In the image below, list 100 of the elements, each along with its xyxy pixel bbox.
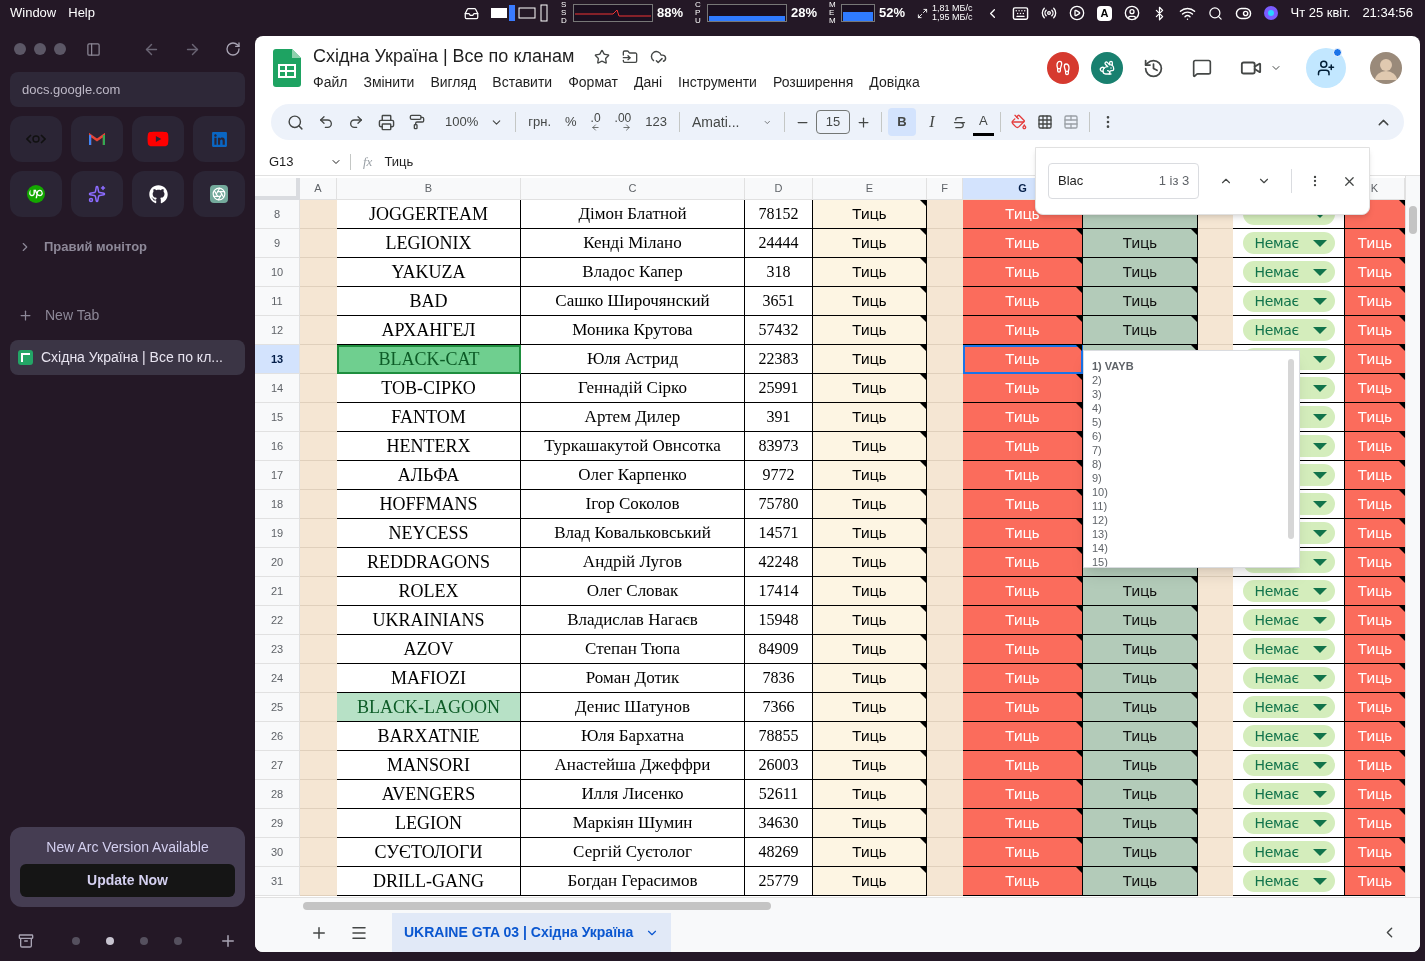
pinned-tab[interactable] bbox=[132, 171, 184, 217]
table-cell[interactable]: Юля Астрид bbox=[521, 345, 745, 374]
table-cell[interactable]: Тиць bbox=[813, 664, 927, 693]
table-cell[interactable]: Сергій Суєтолог bbox=[521, 838, 745, 867]
row-number[interactable]: 15 bbox=[255, 403, 300, 432]
table-cell[interactable]: BARXATNIE bbox=[337, 722, 521, 751]
status-dropdown[interactable]: Немає bbox=[1242, 783, 1335, 805]
network-arrows-icon[interactable] bbox=[917, 7, 929, 19]
find-field[interactable]: Blac 1 із 3 bbox=[1048, 163, 1200, 199]
table-cell[interactable]: Тиць bbox=[813, 606, 927, 635]
row-number[interactable]: 11 bbox=[255, 287, 300, 316]
table-cell[interactable]: Немає bbox=[1233, 258, 1345, 287]
undo-icon[interactable] bbox=[318, 114, 334, 130]
table-cell[interactable]: Владос Капер bbox=[521, 258, 745, 287]
tray-icon[interactable] bbox=[464, 5, 479, 21]
table-cell[interactable]: Тиць bbox=[813, 809, 927, 838]
user-icon[interactable] bbox=[1124, 5, 1141, 21]
chat-assistant-icon[interactable] bbox=[210, 185, 228, 203]
vertical-scrollbar[interactable] bbox=[1409, 206, 1417, 234]
table-cell[interactable]: Немає bbox=[1233, 577, 1345, 606]
table-cell[interactable]: Тиць bbox=[813, 200, 927, 229]
table-cell[interactable]: LEGIONIX bbox=[337, 229, 521, 258]
table-cell[interactable]: NEYCESS bbox=[337, 519, 521, 548]
row-number[interactable]: 22 bbox=[255, 606, 300, 635]
siri-icon[interactable] bbox=[1264, 6, 1279, 20]
collaborator-avatar[interactable] bbox=[1047, 52, 1079, 84]
table-cell[interactable]: BLACK-LAGOON bbox=[337, 693, 521, 722]
window-control[interactable] bbox=[14, 43, 26, 55]
new-tab-button[interactable]: New Tab bbox=[10, 304, 245, 326]
reload-icon[interactable] bbox=[225, 41, 241, 57]
table-cell[interactable]: Тиць bbox=[813, 345, 927, 374]
table-cell[interactable]: Ігор Соколов bbox=[521, 490, 745, 519]
cloud-saved-icon[interactable] bbox=[650, 48, 668, 65]
table-cell[interactable]: Туркашакутой Овнсотка bbox=[521, 432, 745, 461]
url-field[interactable]: docs.google.com bbox=[10, 72, 245, 107]
menu-item[interactable]: Вигляд bbox=[430, 72, 493, 93]
redo-icon[interactable] bbox=[348, 114, 364, 130]
table-cell[interactable]: Тиць bbox=[813, 722, 927, 751]
print-icon[interactable] bbox=[378, 113, 395, 131]
sidebar-tab[interactable]: Східна Україна | Все по кл... bbox=[10, 339, 245, 375]
sheet-tab[interactable]: UKRAINE GTA 03 | Східна Україна bbox=[392, 913, 672, 952]
table-cell[interactable]: Маркіян Шумин bbox=[521, 809, 745, 838]
menubar-time[interactable]: 21:34:56 bbox=[1362, 3, 1413, 23]
table-cell[interactable]: LEGION bbox=[337, 809, 521, 838]
table-cell[interactable]: Анастейша Джеффри bbox=[521, 751, 745, 780]
row-number[interactable]: 17 bbox=[255, 461, 300, 490]
menu-item[interactable]: Довідка bbox=[869, 72, 936, 93]
row-number[interactable]: 18 bbox=[255, 490, 300, 519]
select-all-corner[interactable] bbox=[255, 178, 300, 200]
table-cell[interactable]: Тиць bbox=[1083, 809, 1198, 838]
table-cell[interactable]: Степан Тюпа bbox=[521, 635, 745, 664]
table-cell[interactable]: Тиць bbox=[813, 432, 927, 461]
sidebar-toggle-icon[interactable] bbox=[86, 41, 101, 57]
table-cell[interactable]: YAKUZA bbox=[337, 258, 521, 287]
table-cell[interactable]: Тиць bbox=[1083, 722, 1198, 751]
table-cell[interactable]: REDDRAGONS bbox=[337, 548, 521, 577]
code-icon[interactable] bbox=[26, 133, 46, 145]
table-cell[interactable]: FANTOM bbox=[337, 403, 521, 432]
table-cell[interactable]: Тиць bbox=[1083, 664, 1198, 693]
table-cell[interactable]: Моника Крутова bbox=[521, 316, 745, 345]
row-number[interactable]: 30 bbox=[255, 838, 300, 867]
row-number[interactable]: 23 bbox=[255, 635, 300, 664]
table-cell[interactable]: Олег Карпенко bbox=[521, 461, 745, 490]
horizontal-scrollbar[interactable] bbox=[303, 901, 771, 910]
mail-icon[interactable] bbox=[89, 133, 105, 145]
table-cell[interactable]: Тиць bbox=[1083, 577, 1198, 606]
table-cell[interactable]: Роман Дотик bbox=[521, 664, 745, 693]
column-header[interactable]: D bbox=[745, 178, 813, 200]
table-cell[interactable]: UKRAINIANS bbox=[337, 606, 521, 635]
input-source-indicator[interactable]: A bbox=[1096, 5, 1113, 21]
table-cell[interactable]: Тиць bbox=[813, 867, 927, 896]
row-number[interactable]: 14 bbox=[255, 374, 300, 403]
play-icon[interactable] bbox=[1068, 5, 1085, 21]
table-cell[interactable]: Тиць bbox=[813, 635, 927, 664]
column-header[interactable]: F bbox=[927, 178, 963, 200]
table-cell[interactable]: HENTERX bbox=[337, 432, 521, 461]
status-dropdown[interactable]: Немає bbox=[1242, 870, 1335, 892]
row-number[interactable]: 16 bbox=[255, 432, 300, 461]
table-cell[interactable]: AZOV bbox=[337, 635, 521, 664]
update-button[interactable]: Update Now bbox=[20, 864, 235, 897]
increase-decimals-button[interactable]: .00 bbox=[608, 108, 638, 136]
sheets-logo[interactable] bbox=[273, 49, 301, 87]
table-cell[interactable]: Тиць bbox=[813, 229, 927, 258]
table-cell[interactable]: JOGGERTEAM bbox=[337, 200, 521, 229]
table-cell[interactable]: Влад Ковальковський bbox=[521, 519, 745, 548]
table-cell[interactable]: Немає bbox=[1233, 287, 1345, 316]
table-cell[interactable]: Немає bbox=[1233, 867, 1345, 896]
status-dropdown[interactable]: Немає bbox=[1242, 290, 1335, 312]
table-cell[interactable]: Немає bbox=[1233, 635, 1345, 664]
menu-item[interactable]: Формат bbox=[568, 72, 634, 93]
menu-item[interactable]: Розширення bbox=[772, 72, 870, 93]
bold-button[interactable]: B bbox=[888, 108, 916, 136]
table-cell[interactable]: ROLEX bbox=[337, 577, 521, 606]
row-number[interactable]: 27 bbox=[255, 751, 300, 780]
archive-icon[interactable] bbox=[18, 933, 34, 949]
currency-button[interactable]: грн. bbox=[522, 108, 557, 136]
battery-meter-icon[interactable] bbox=[491, 4, 549, 22]
row-number[interactable]: 8 bbox=[255, 200, 300, 229]
menu-item[interactable]: Змінити bbox=[363, 72, 431, 93]
table-cell[interactable]: Тиць bbox=[1083, 838, 1198, 867]
